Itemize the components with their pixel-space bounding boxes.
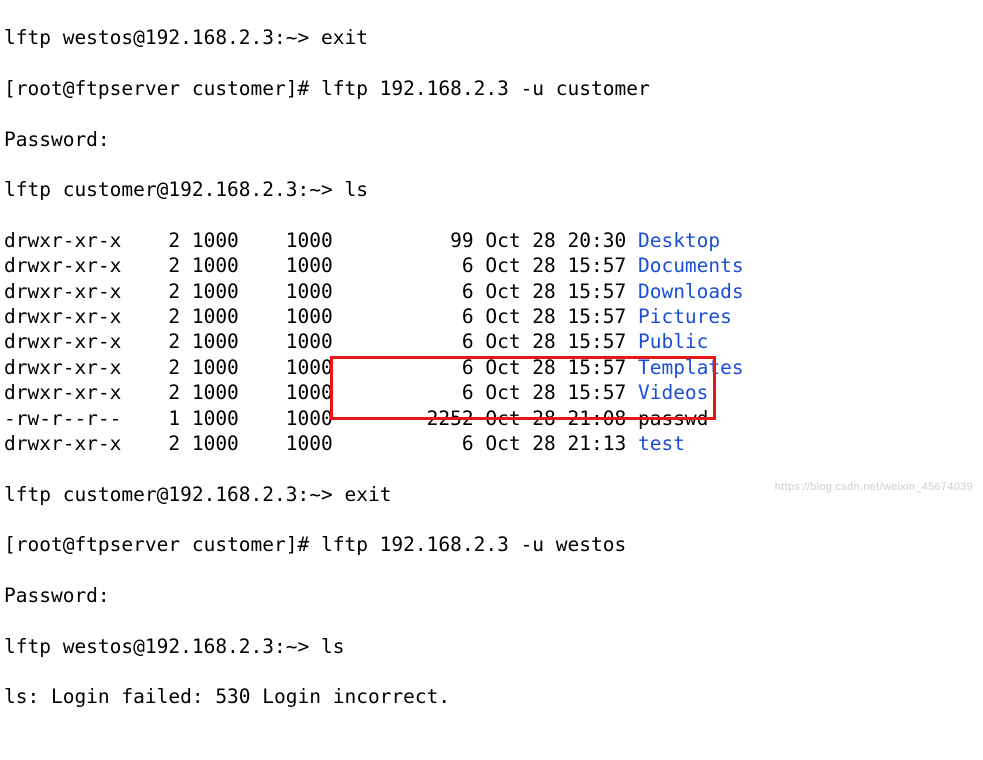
folder-icon: Desktop — [638, 228, 720, 253]
folder-icon: Videos — [638, 380, 708, 405]
file-meta: drwxr-xr-x 2 1000 1000 99 Oct 28 20:30 — [4, 228, 638, 253]
command-text: lftp 192.168.2.3 -u westos — [321, 533, 626, 556]
folder-icon: Public — [638, 329, 708, 354]
folder-icon: Documents — [638, 253, 744, 278]
line-password-2: Password: — [4, 583, 979, 608]
file-meta: drwxr-xr-x 2 1000 1000 6 Oct 28 15:57 — [4, 253, 638, 278]
list-item: drwxr-xr-x 2 1000 1000 6 Oct 28 15:57 Do… — [4, 279, 979, 304]
file-meta: drwxr-xr-x 2 1000 1000 6 Oct 28 15:57 — [4, 304, 638, 329]
command-text: ls — [344, 178, 367, 201]
file-meta: drwxr-xr-x 2 1000 1000 6 Oct 28 15:57 — [4, 329, 638, 354]
list-item: drwxr-xr-x 2 1000 1000 6 Oct 28 15:57 Pu… — [4, 329, 979, 354]
shell-prompt: [root@ftpserver customer]# — [4, 77, 321, 100]
command-text: exit — [344, 483, 391, 506]
directory-listing: drwxr-xr-x 2 1000 1000 99 Oct 28 20:30 D… — [4, 228, 979, 456]
list-item: drwxr-xr-x 2 1000 1000 6 Oct 28 15:57 Pi… — [4, 304, 979, 329]
line-prev-exit: lftp westos@192.168.2.3:~> exit — [4, 25, 979, 50]
file-icon: passwd — [638, 406, 708, 431]
line-password-1: Password: — [4, 127, 979, 152]
line-login-failed: ls: Login failed: 530 Login incorrect. — [4, 684, 979, 709]
folder-icon: Templates — [638, 355, 744, 380]
line-ls-2: lftp westos@192.168.2.3:~> ls — [4, 634, 979, 659]
folder-icon: Downloads — [638, 279, 744, 304]
file-meta: -rw-r--r-- 1 1000 1000 2252 Oct 28 21:08 — [4, 406, 638, 431]
folder-icon: Pictures — [638, 304, 732, 329]
lftp-prompt: lftp customer@192.168.2.3:~> — [4, 483, 344, 506]
command-text: ls — [321, 635, 344, 658]
command-text: lftp 192.168.2.3 -u customer — [321, 77, 650, 100]
list-item: drwxr-xr-x 2 1000 1000 6 Oct 28 15:57 Do… — [4, 253, 979, 278]
lftp-prompt: lftp westos@192.168.2.3:~> — [4, 635, 321, 658]
line-lftp-customer: [root@ftpserver customer]# lftp 192.168.… — [4, 76, 979, 101]
list-item: drwxr-xr-x 2 1000 1000 99 Oct 28 20:30 D… — [4, 228, 979, 253]
terminal-output[interactable]: lftp westos@192.168.2.3:~> exit [root@ft… — [0, 0, 983, 760]
shell-prompt: [root@ftpserver customer]# — [4, 533, 321, 556]
file-meta: drwxr-xr-x 2 1000 1000 6 Oct 28 15:57 — [4, 279, 638, 304]
list-item: drwxr-xr-x 2 1000 1000 6 Oct 28 21:13 te… — [4, 431, 979, 456]
watermark: https://blog.csdn.net/weixin_45674039 — [775, 480, 973, 494]
file-meta: drwxr-xr-x 2 1000 1000 6 Oct 28 21:13 — [4, 431, 638, 456]
file-meta: drwxr-xr-x 2 1000 1000 6 Oct 28 15:57 — [4, 355, 638, 380]
list-item: drwxr-xr-x 2 1000 1000 6 Oct 28 15:57 Te… — [4, 355, 979, 380]
list-item: drwxr-xr-x 2 1000 1000 6 Oct 28 15:57 Vi… — [4, 380, 979, 405]
folder-icon: test — [638, 431, 685, 456]
line-ls-1: lftp customer@192.168.2.3:~> ls — [4, 177, 979, 202]
list-item: -rw-r--r-- 1 1000 1000 2252 Oct 28 21:08… — [4, 406, 979, 431]
line-lftp-westos: [root@ftpserver customer]# lftp 192.168.… — [4, 532, 979, 557]
lftp-prompt: lftp customer@192.168.2.3:~> — [4, 178, 344, 201]
file-meta: drwxr-xr-x 2 1000 1000 6 Oct 28 15:57 — [4, 380, 638, 405]
